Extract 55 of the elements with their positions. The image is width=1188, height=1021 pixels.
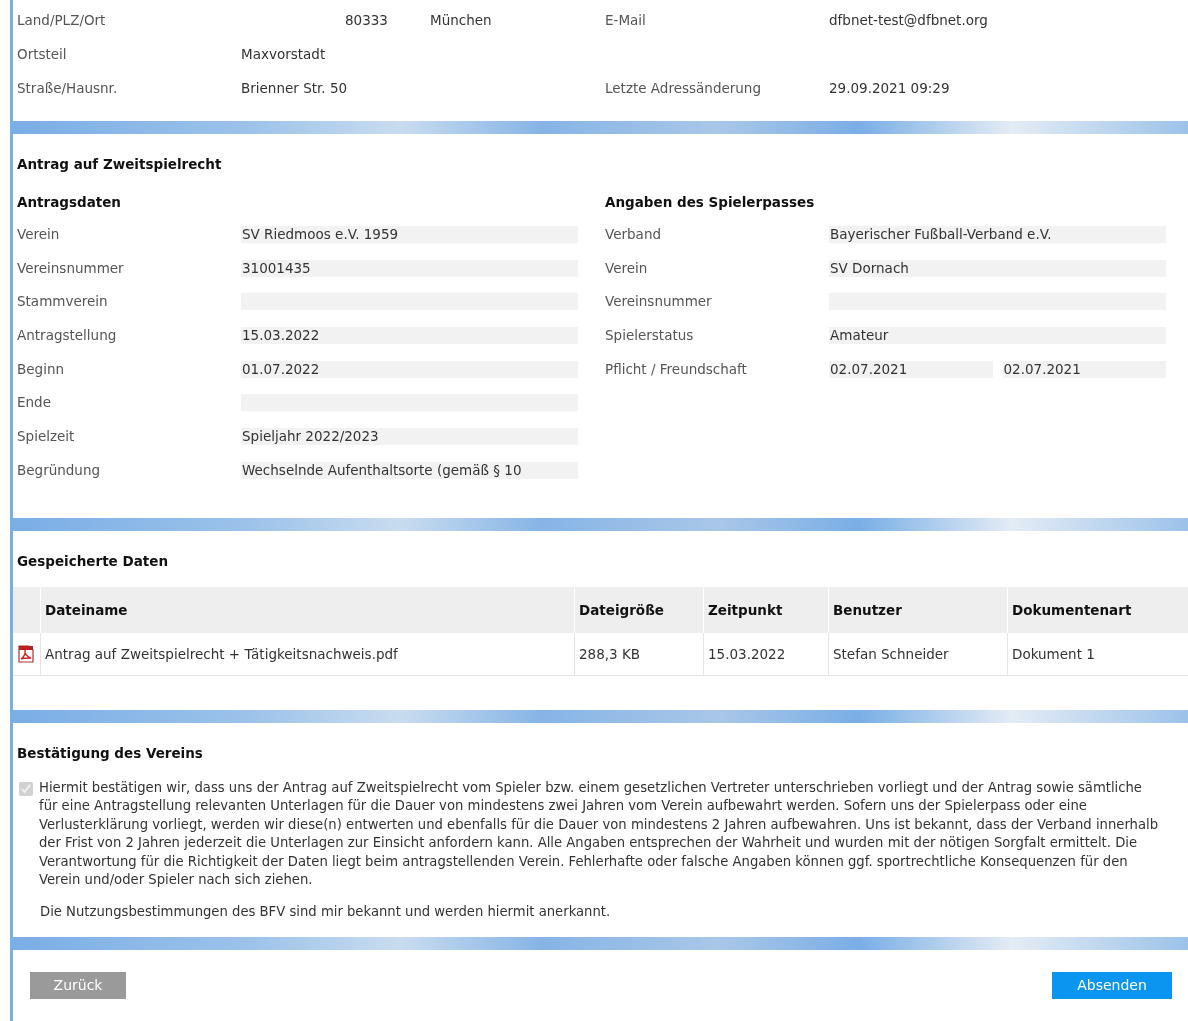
field-label: Vereinsnummer — [605, 293, 713, 312]
field-label: Pflicht / Freundschaft — [605, 360, 748, 379]
readonly-field: 02.07.2021 — [1002, 360, 1166, 378]
section-title: Antrag auf Zweitspielrecht — [17, 156, 223, 172]
column-header: Dokumentenart — [1007, 586, 1188, 633]
field-label: Letzte Adressänderung — [605, 80, 762, 97]
terms-note: Die Nutzungsbestimmungen des BFV sind mir bekannt und werden hiermit anerkannt. — [40, 903, 612, 919]
field-value: Maxvorstadt — [241, 46, 326, 62]
postal-code: 80333 — [345, 12, 389, 29]
readonly-field: SV Dornach — [829, 259, 1166, 277]
field-label: Verband — [605, 226, 662, 244]
readonly-field: SV Riedmoos e.V. 1959 — [241, 226, 578, 243]
field-label: E-Mail — [605, 12, 647, 29]
field-label: Straße/Hausnr. — [17, 80, 119, 97]
column-header: Dateigröße — [574, 586, 704, 633]
field-label: Spielerstatus — [605, 327, 695, 346]
file-name-link[interactable]: Antrag auf Zweitspielrecht + Tätigkeitsnachweis.pdf — [40, 632, 575, 675]
table-cell: Dokument 1 — [1007, 632, 1188, 675]
back-button[interactable]: Zurück — [30, 971, 126, 999]
column-header: Dateiname — [40, 586, 575, 633]
table-cell: 288,3 KB — [574, 632, 704, 675]
field-value: Brienner Str. 50 — [241, 80, 348, 96]
readonly-field: Wechselnde Aufenthaltsorte (gemäß § 10 — [241, 461, 578, 479]
confirmation-text: Hiermit bestätigen wir, dass uns der Antrag auf Zweitspielrecht vom Spieler bzw. einem gesetzlichen Vertreter unterschrieben vorliegt und der Antrag sowie sämtliche für eine Antragstellung relevanten Unterlagen für die Dauer von mindestens zwei Jahren vom Verein aufbewahrt werden. Sofern uns der Spielerpass oder eine Verlusterklärung vorliegt, werden wir diese(n) entwerten und ebenfalls für die Dauer von mindestens 2 Jahren aufbewahren. Uns ist bekannt, dass der Verband innerhalb der Frist von 2 Jahren jederzeit die Unterlagen zur Einsicht anfordern kann. Alle Angaben entsprechen der Wahrheit und wurden mit der nötigen Sorgfalt ermittelt. Die Verantwortung für die Richtigkeit der Daten liegt beim antragstellenden Verein. Fehlerhafte oder falsche Angaben können ggf. sportrechtliche Konsequenzen für den Verein und/oder Spieler nach sich ziehen. — [39, 778, 1160, 889]
subsection-title: Angaben des Spielerpasses — [605, 194, 816, 210]
section-title: Gespeicherte Daten — [17, 552, 169, 569]
field-value: dfbnet-test@dfbnet.org — [829, 12, 989, 29]
table-cell: 15.03.2022 — [703, 632, 829, 675]
field-value: 29.09.2021 09:29 — [829, 80, 951, 97]
readonly-field: 02.07.2021 — [829, 360, 993, 378]
field-label: Begründung — [17, 461, 102, 480]
readonly-field: Amateur — [829, 327, 1166, 345]
field-label: Stammverein — [17, 293, 109, 312]
readonly-field: Spieljahr 2022/2023 — [241, 428, 578, 446]
subsection-title: Antragsdaten — [17, 194, 122, 210]
field-label: Land/PLZ/Ort — [17, 12, 107, 29]
submit-button[interactable]: Absenden — [1052, 971, 1172, 999]
field-label: Spielzeit — [17, 428, 76, 447]
field-label: Verein — [17, 226, 61, 244]
readonly-field: Bayerischer Fußball-Verband e.V. — [829, 226, 1166, 243]
field-label: Vereinsnummer — [17, 259, 125, 278]
field-label: Ortsteil — [17, 46, 68, 63]
column-header: Zeitpunkt — [703, 586, 829, 633]
field-label: Antragstellung — [17, 327, 118, 346]
field-label: Beginn — [17, 360, 65, 379]
pdf-file-icon[interactable] — [18, 644, 34, 663]
table-cell: Stefan Schneider — [828, 632, 1008, 675]
city-name: München — [430, 12, 492, 29]
readonly-field: 01.07.2022 — [241, 360, 578, 378]
readonly-field: 15.03.2022 — [241, 327, 578, 345]
field-label: Verein — [605, 259, 649, 278]
column-header: Benutzer — [828, 586, 1008, 633]
section-title: Bestätigung des Vereins — [17, 744, 204, 761]
readonly-field: 31001435 — [241, 259, 578, 277]
field-label: Ende — [17, 394, 52, 413]
